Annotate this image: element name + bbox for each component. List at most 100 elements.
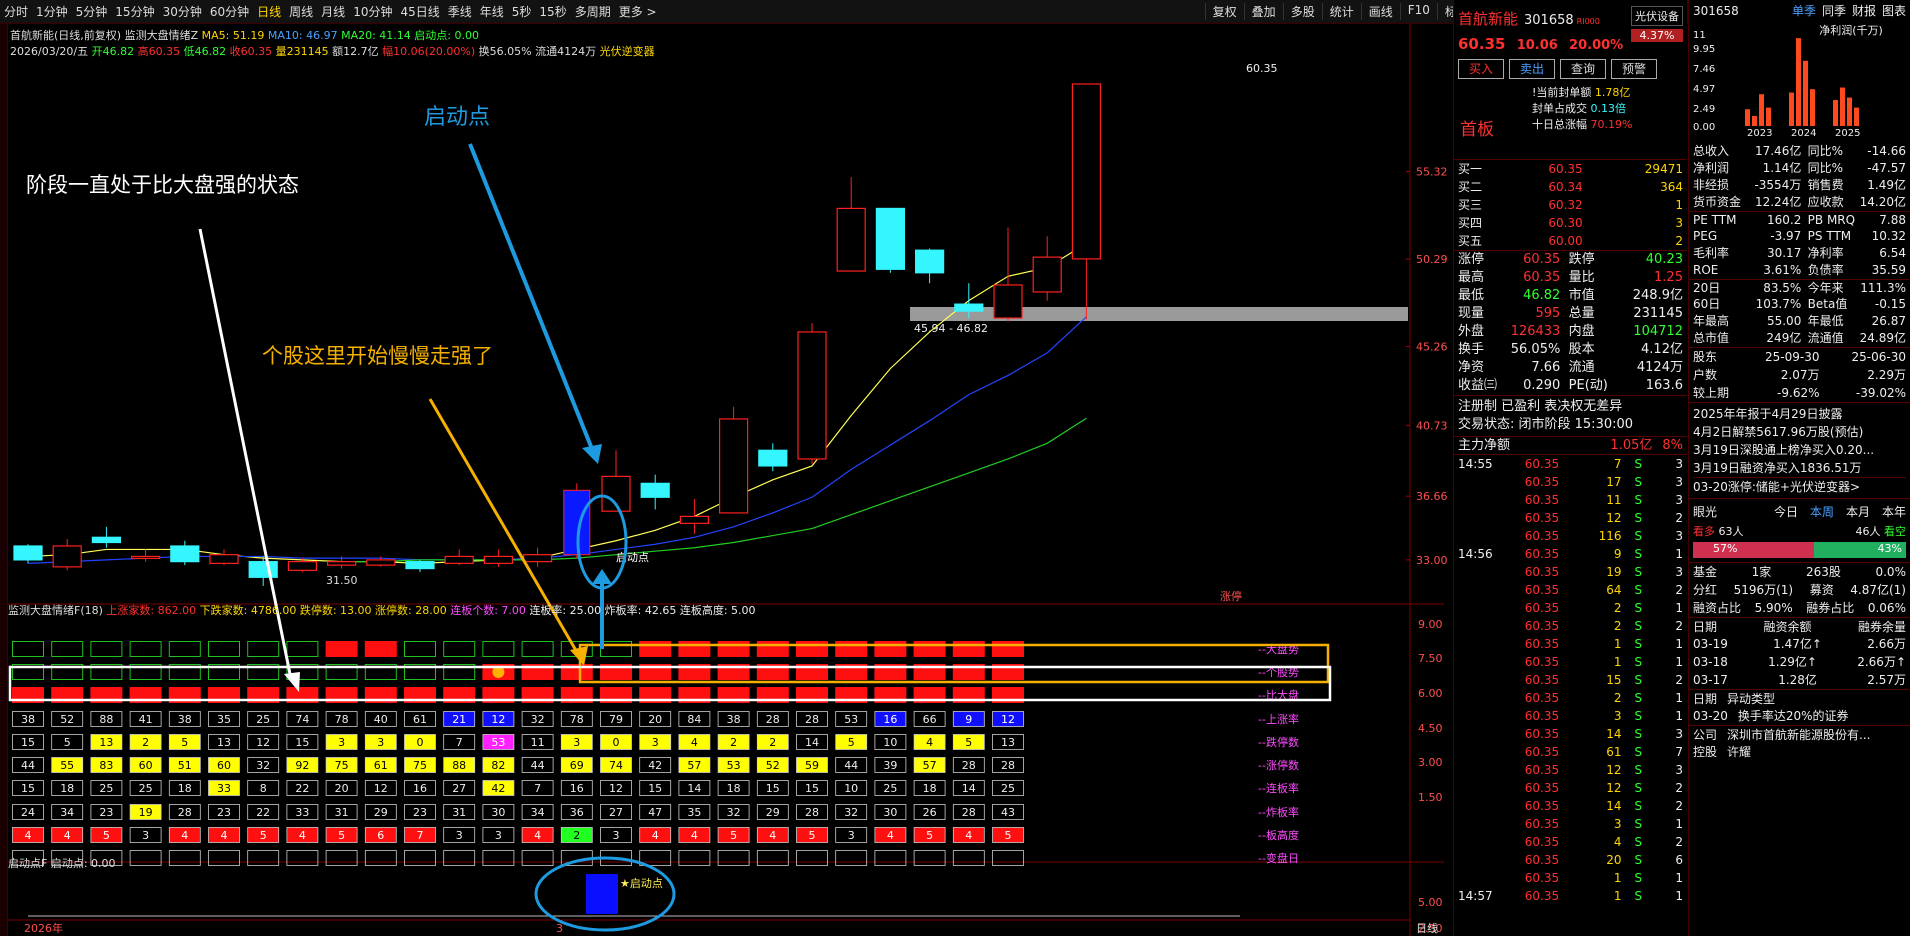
candle[interactable] <box>954 303 984 312</box>
fin-tab[interactable]: 同季 <box>1822 0 1846 22</box>
timeframe-tab[interactable]: 多周期 <box>575 3 611 20</box>
timeframe-tab[interactable]: 15秒 <box>539 3 566 20</box>
capital-row: 融资占比 5.90% 融券占比 0.06% <box>1693 601 1906 615</box>
bid-row[interactable]: 买一 60.35 29471 <box>1454 160 1687 178</box>
candle[interactable] <box>640 482 670 498</box>
bid-row[interactable]: 买四 60.30 3 <box>1454 214 1687 232</box>
news-item[interactable]: 3月19日融资净买入1836.51万 <box>1693 459 1906 477</box>
candle[interactable] <box>248 561 278 578</box>
candle[interactable] <box>679 515 710 524</box>
bid-row[interactable]: 买五 60.00 2 <box>1454 232 1687 250</box>
candle[interactable] <box>366 559 396 566</box>
bid-row[interactable]: 买三 60.32 1 <box>1454 196 1687 214</box>
candle[interactable] <box>1071 83 1102 260</box>
news-item[interactable]: 4月2日解禁5617.96万股(预估) <box>1693 423 1906 441</box>
candle[interactable] <box>13 545 43 561</box>
candle[interactable] <box>130 555 161 560</box>
grid-value: 28 <box>1001 759 1015 772</box>
grid-cell <box>208 850 240 866</box>
candle[interactable] <box>522 554 553 563</box>
grid-value: 32 <box>256 759 270 772</box>
candle[interactable] <box>209 554 239 564</box>
timeframe-tab[interactable]: 更多 > <box>619 3 657 20</box>
candle[interactable] <box>52 545 82 568</box>
left-side-tabs[interactable] <box>0 24 8 936</box>
news-item[interactable]: 3月19日深股通上榜净买入0.20... <box>1693 441 1906 459</box>
candle[interactable] <box>718 418 749 514</box>
price-tick: 36.66 <box>1416 490 1448 503</box>
vote-bar[interactable]: 57% 43% <box>1693 542 1906 558</box>
candle[interactable] <box>405 561 435 570</box>
fin-tab[interactable]: 财报 <box>1852 0 1876 22</box>
timeframe-tab[interactable]: 1分钟 <box>36 3 68 20</box>
tick-row: 60.35 61 S 7 <box>1524 745 1683 759</box>
candle[interactable] <box>327 561 357 566</box>
bull-label: 看多 <box>1693 525 1715 538</box>
candle[interactable] <box>444 555 474 564</box>
candle[interactable] <box>797 331 827 460</box>
grid-value: 60 <box>217 759 231 772</box>
grid-cell <box>992 641 1024 657</box>
toolbar-button[interactable]: 统计 <box>1321 3 1361 20</box>
timeframe-tab[interactable]: 分时 <box>4 3 28 20</box>
candle[interactable] <box>91 536 122 544</box>
toolbar-button[interactable]: 复权 <box>1204 3 1244 20</box>
period-tab[interactable]: 本月 <box>1846 503 1870 520</box>
fin-bar[interactable] <box>1745 109 1750 126</box>
grid-value: 15 <box>766 782 780 795</box>
period-tab[interactable]: 今日 <box>1774 503 1798 520</box>
consec-height: 连板高度: 5.00 <box>679 604 756 617</box>
timeframe-tab[interactable]: 季线 <box>448 3 472 20</box>
candle[interactable] <box>875 207 906 270</box>
timeframe-tab[interactable]: 5秒 <box>512 3 532 20</box>
trade-button[interactable]: 卖出 <box>1509 59 1556 79</box>
fin-tab[interactable]: 图表 <box>1882 0 1906 22</box>
tick-list[interactable]: 14:55 60.35 7 S 3 60.35 17 S 3 60.35 11 S 3 60.35 12 S 2… <box>1454 454 1687 905</box>
fin-bar[interactable] <box>1766 107 1771 126</box>
candle[interactable] <box>170 545 200 563</box>
fin-bar[interactable] <box>1796 38 1801 126</box>
fin-bar[interactable] <box>1854 107 1859 126</box>
timeframe-tab[interactable]: 15分钟 <box>115 3 154 20</box>
timeframe-tab[interactable]: 10分钟 <box>353 3 392 20</box>
fin-bar[interactable] <box>1833 100 1838 126</box>
timeframe-tab[interactable]: 周线 <box>289 3 313 20</box>
candle[interactable] <box>758 449 788 467</box>
toolbar-button[interactable]: 画线 <box>1360 3 1400 20</box>
trade-button[interactable]: 查询 <box>1560 59 1607 79</box>
bid-row[interactable]: 买二 60.34 364 <box>1454 178 1687 196</box>
timeframe-tab[interactable]: 年线 <box>480 3 504 20</box>
grid-value: 4 <box>965 829 972 842</box>
kline-chart-area[interactable]: 55.3250.2945.2640.7336.6633.009.007.506.… <box>8 24 1453 936</box>
sector-box[interactable]: 光伏设备 4.37% <box>1631 6 1683 42</box>
trade-button[interactable]: 预警 <box>1611 59 1658 79</box>
timeframe-tab[interactable]: 日线 <box>257 3 281 20</box>
period-tab[interactable]: 本年 <box>1882 503 1906 520</box>
fin-bar[interactable] <box>1789 92 1794 126</box>
period-tab[interactable]: 本周 <box>1810 503 1834 520</box>
candle[interactable] <box>483 555 513 564</box>
fin-tab[interactable]: 单季 <box>1792 0 1816 22</box>
fin-bar[interactable] <box>1803 60 1808 126</box>
timeframe-tab[interactable]: 60分钟 <box>210 3 249 20</box>
fin-bar[interactable] <box>1847 97 1852 126</box>
hot-topic[interactable]: 03-20涨停:储能+光伏逆变器> <box>1693 477 1906 496</box>
candle[interactable] <box>1032 256 1062 293</box>
candle[interactable] <box>993 284 1023 319</box>
drop-limit-count: 跌停数: 13.00 <box>299 604 372 617</box>
fin-bar[interactable] <box>1810 89 1815 126</box>
fin-bar[interactable] <box>1840 87 1845 126</box>
timeframe-tab[interactable]: 5分钟 <box>76 3 108 20</box>
fin-bar[interactable] <box>1759 94 1764 126</box>
candle[interactable] <box>914 249 945 274</box>
timeframe-tab[interactable]: 月线 <box>321 3 345 20</box>
toolbar-button[interactable]: 多股 <box>1282 3 1322 20</box>
timeframe-tab[interactable]: 30分钟 <box>163 3 202 20</box>
trade-button[interactable]: 买入 <box>1458 59 1505 79</box>
candle[interactable] <box>836 207 866 272</box>
candle[interactable] <box>287 561 317 571</box>
fin-bar[interactable] <box>1752 115 1757 126</box>
toolbar-button[interactable]: F10 <box>1399 3 1437 20</box>
toolbar-button[interactable]: 叠加 <box>1243 3 1283 20</box>
timeframe-tab[interactable]: 45日线 <box>400 3 439 20</box>
